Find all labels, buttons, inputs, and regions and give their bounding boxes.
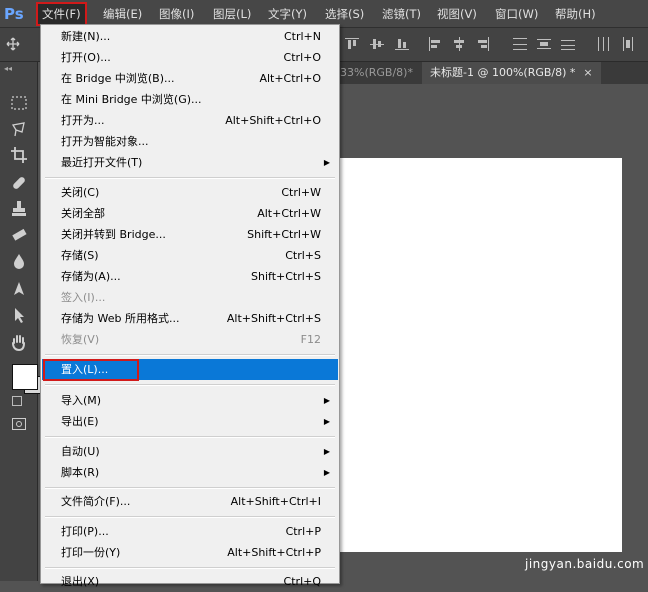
menu-edit[interactable]: 编辑(E) <box>103 5 142 23</box>
baidu-jingyan-watermark: Bai 经验 <box>498 508 648 548</box>
tools-panel: ◂◂ <box>0 62 42 581</box>
blur-tool-icon[interactable] <box>10 252 28 270</box>
hand-tool-icon[interactable] <box>10 334 28 352</box>
align-bottom-icon[interactable] <box>395 37 409 51</box>
menu-item-check-in: 签入(I)... <box>61 291 106 304</box>
collapse-arrows-icon[interactable]: ◂◂ <box>4 64 12 73</box>
annotation-highlight-box <box>43 359 139 381</box>
menu-image[interactable]: 图像(I) <box>159 5 194 23</box>
menu-item-open-recent[interactable]: 最近打开文件(T) ▶ <box>42 152 338 173</box>
submenu-arrow-icon: ▶ <box>323 396 330 405</box>
healing-brush-tool-icon[interactable] <box>10 174 28 192</box>
menu-separator <box>45 436 335 438</box>
align-left-icon[interactable] <box>428 37 442 51</box>
menu-item-file-info[interactable]: 文件简介(F)... Alt+Shift+Ctrl+I <box>42 491 338 512</box>
distribute-vcenter-icon[interactable] <box>537 37 551 51</box>
tab-previous-document[interactable]: 33%(RGB/8)* <box>340 62 413 84</box>
menu-item-browse-mini-bridge[interactable]: 在 Mini Bridge 中浏览(G)... <box>42 89 338 110</box>
foreground-color-swatch[interactable] <box>12 364 38 390</box>
distribute-top-icon[interactable] <box>513 37 527 51</box>
paw-icon <box>551 514 575 539</box>
path-selection-tool-icon[interactable] <box>10 306 28 324</box>
menu-item-open-as-smart-object[interactable]: 打开为智能对象... <box>42 131 338 152</box>
menu-item-browse-bridge[interactable]: 在 Bridge 中浏览(B)... Alt+Ctrl+O <box>42 68 338 89</box>
close-icon[interactable]: × <box>583 66 592 79</box>
menu-item-open-as[interactable]: 打开为... Alt+Shift+Ctrl+O <box>42 110 338 131</box>
distribute-left-icon[interactable] <box>597 37 611 51</box>
watermark-logo-text: Bai <box>500 515 546 545</box>
watermark-logo-tail: 经验 <box>578 518 622 544</box>
tab-untitled-1[interactable]: 未标题-1 @ 100%(RGB/8) * × <box>422 62 601 84</box>
menu-separator <box>45 487 335 489</box>
submenu-arrow-icon: ▶ <box>323 447 330 456</box>
menu-item-revert: 恢复(V) F12 <box>61 333 321 346</box>
menu-item-close-all[interactable]: 关闭全部 Alt+Ctrl+W <box>42 203 338 224</box>
menu-item-save-for-web[interactable]: 存储为 Web 所用格式... Alt+Shift+Ctrl+S <box>42 308 338 329</box>
crop-tool-icon[interactable] <box>10 146 28 164</box>
menu-item-scripts[interactable]: 脚本(R) ▶ <box>42 462 338 483</box>
menu-item-save[interactable]: 存储(S) Ctrl+S <box>42 245 338 266</box>
pen-tool-icon[interactable] <box>10 280 28 298</box>
menu-item-new[interactable]: 新建(N)... Ctrl+N <box>42 26 338 47</box>
menu-filter[interactable]: 滤镜(T) <box>382 5 421 23</box>
align-vcenter-icon[interactable] <box>370 37 384 51</box>
submenu-arrow-icon: ▶ <box>323 158 330 167</box>
default-colors-icon[interactable] <box>12 396 22 406</box>
menu-type[interactable]: 文字(Y) <box>268 5 307 23</box>
eraser-tool-icon[interactable] <box>10 226 28 244</box>
align-right-icon[interactable] <box>476 37 490 51</box>
menu-separator <box>45 177 335 179</box>
menu-item-import[interactable]: 导入(M) ▶ <box>42 390 338 411</box>
clone-stamp-tool-icon[interactable] <box>10 200 28 218</box>
menu-separator <box>45 567 335 569</box>
menu-item-open[interactable]: 打开(O)... Ctrl+O <box>42 47 338 68</box>
photoshop-logo-icon: Ps <box>4 5 24 23</box>
menu-separator <box>45 354 335 356</box>
menu-help[interactable]: 帮助(H) <box>555 5 596 23</box>
menu-item-exit[interactable]: 退出(X) Ctrl+Q <box>42 571 338 592</box>
menu-layer[interactable]: 图层(L) <box>213 5 251 23</box>
quick-mask-icon[interactable] <box>12 418 26 430</box>
menu-item-save-as[interactable]: 存储为(A)... Shift+Ctrl+S <box>42 266 338 287</box>
move-tool-icon[interactable] <box>6 37 20 51</box>
document-canvas[interactable] <box>340 158 622 552</box>
menu-item-print[interactable]: 打印(P)... Ctrl+P <box>42 521 338 542</box>
align-hcenter-icon[interactable] <box>452 37 466 51</box>
menu-view[interactable]: 视图(V) <box>437 5 477 23</box>
tab-title: 未标题-1 @ 100%(RGB/8) * <box>430 66 576 79</box>
distribute-hcenter-icon[interactable] <box>621 37 635 51</box>
menu-file[interactable]: 文件(F) <box>36 2 87 26</box>
submenu-arrow-icon: ▶ <box>323 417 330 426</box>
menu-item-automate[interactable]: 自动(U) ▶ <box>42 441 338 462</box>
watermark-url: jingyan.baidu.com <box>525 557 645 571</box>
submenu-arrow-icon: ▶ <box>323 468 330 477</box>
menu-item-print-one-copy[interactable]: 打印一份(Y) Alt+Shift+Ctrl+P <box>42 542 338 563</box>
menu-separator <box>45 384 335 386</box>
menu-window[interactable]: 窗口(W) <box>495 5 538 23</box>
lasso-tool-icon[interactable] <box>10 120 28 138</box>
menu-item-close[interactable]: 关闭(C) Ctrl+W <box>42 182 338 203</box>
file-menu-dropdown: 新建(N)... Ctrl+N 打开(O)... Ctrl+O 在 Bridge 中… <box>40 24 340 588</box>
document-tab-bar: 33%(RGB/8)* 未标题-1 @ 100%(RGB/8) * × <box>340 62 648 84</box>
menu-item-close-go-bridge[interactable]: 关闭并转到 Bridge... Shift+Ctrl+W <box>42 224 338 245</box>
menu-item-export[interactable]: 导出(E) ▶ <box>42 411 338 432</box>
marquee-tool-icon[interactable] <box>10 94 28 112</box>
align-top-icon[interactable] <box>345 37 359 51</box>
distribute-bottom-icon[interactable] <box>561 37 575 51</box>
menu-separator <box>45 516 335 518</box>
menu-select[interactable]: 选择(S) <box>325 5 364 23</box>
